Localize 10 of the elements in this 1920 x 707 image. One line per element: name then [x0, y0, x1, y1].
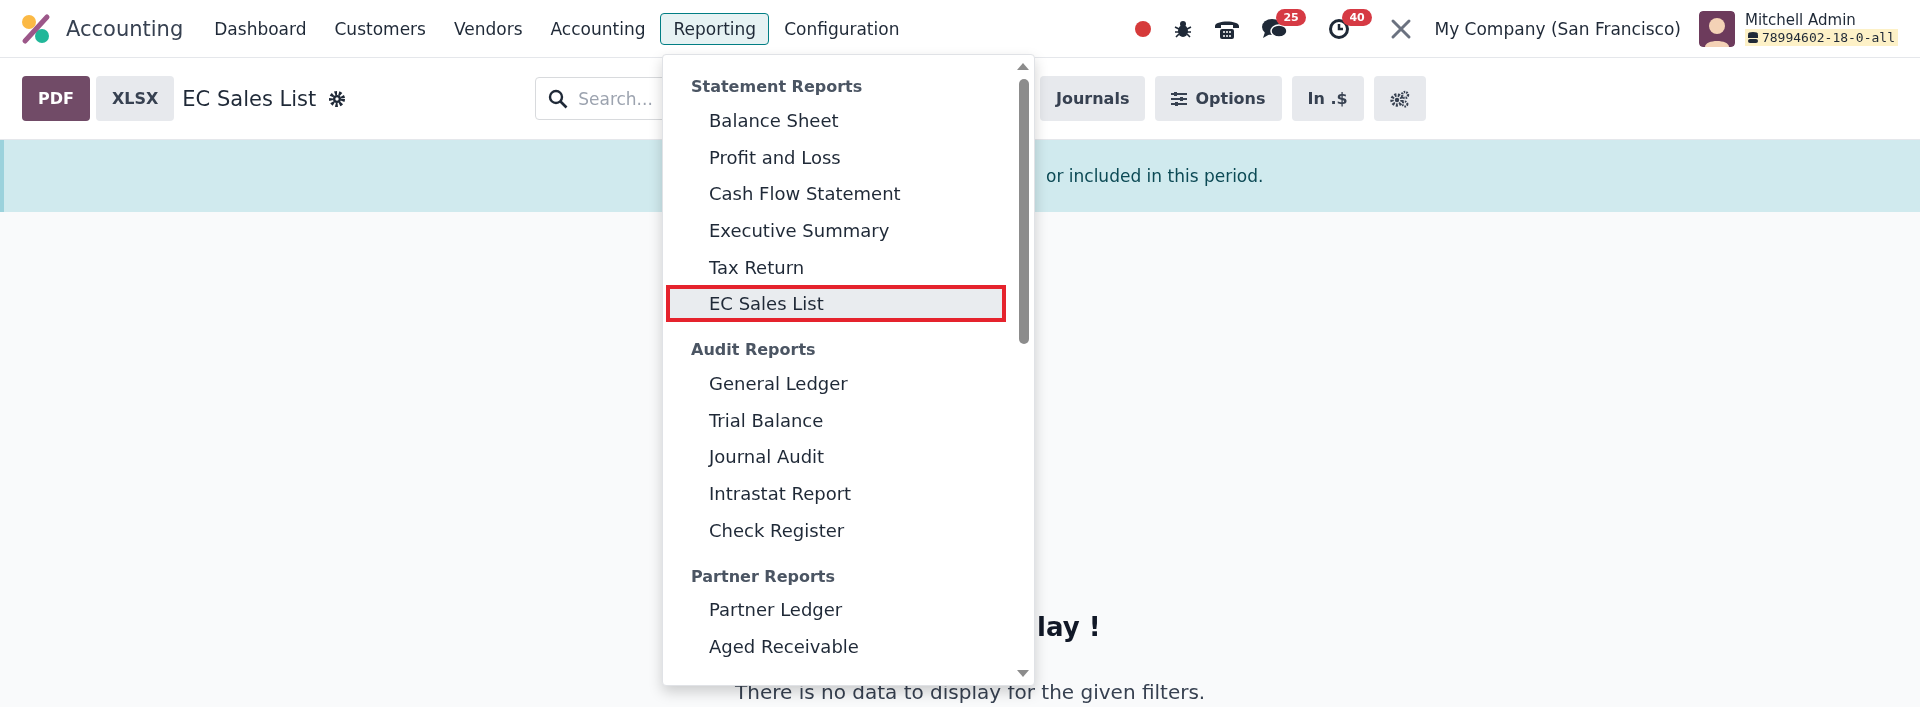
- section-heading: Partner Reports: [690, 565, 836, 588]
- empty-heading: lay !: [1037, 612, 1101, 642]
- app-name: Accounting: [66, 16, 184, 41]
- report-title: EC Sales List: [182, 86, 317, 111]
- section-heading: Statement Reports: [690, 76, 864, 98]
- section-heading: Audit Reports: [690, 339, 817, 362]
- activity-count: 40: [1342, 8, 1372, 26]
- database-name: 78994602-18-0-all: [1761, 30, 1895, 45]
- info-message: or included in this period.: [1046, 166, 1264, 186]
- message-count: 25: [1276, 8, 1306, 26]
